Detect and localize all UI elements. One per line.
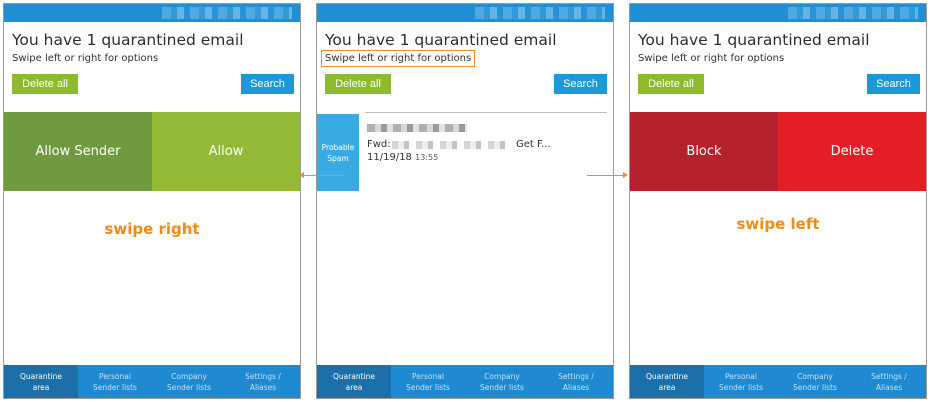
right-arrow-line	[587, 175, 624, 176]
email-timestamp: 11/19/18 13:55	[367, 152, 438, 163]
nav-item-settings-aliases[interactable]: Settings / Aliases	[852, 365, 926, 398]
nav-item-company-sender-lists[interactable]: Company Sender lists	[465, 365, 539, 398]
status-bar	[317, 4, 613, 22]
phone-screen-swipe-right: You have 1 quarantined email Swipe left …	[3, 3, 301, 399]
nav-label-line1: Settings /	[558, 371, 594, 381]
right-arrowhead-icon	[623, 172, 628, 178]
nav-label-line2: Aliases	[562, 382, 590, 392]
delete-all-button[interactable]: Delete all	[325, 74, 391, 94]
nav-label-line1: Personal	[725, 371, 757, 381]
nav-label-line1: Personal	[99, 371, 131, 381]
nav-item-personal-sender-lists[interactable]: Personal Sender lists	[704, 365, 778, 398]
nav-item-settings-aliases[interactable]: Settings / Aliases	[226, 365, 300, 398]
left-arrowhead-icon	[299, 172, 304, 178]
nav-label-line2: area	[658, 382, 676, 392]
nav-item-company-sender-lists[interactable]: Company Sender lists	[152, 365, 226, 398]
nav-item-quarantine-area[interactable]: Quarantine area	[630, 365, 704, 398]
swipe-actions-row: Block Delete	[630, 112, 926, 191]
nav-item-quarantine-area[interactable]: Quarantine area	[317, 365, 391, 398]
nav-item-personal-sender-lists[interactable]: Personal Sender lists	[78, 365, 152, 398]
nav-label-line2: Sender lists	[93, 382, 137, 392]
nav-label-line2: area	[32, 382, 50, 392]
page-subtitle: Swipe left or right for options	[638, 53, 785, 64]
delete-button[interactable]: Delete	[778, 112, 926, 191]
page-title: You have 1 quarantined email	[325, 31, 557, 49]
delete-all-button[interactable]: Delete all	[12, 74, 78, 94]
allow-button[interactable]: Allow	[152, 112, 300, 191]
nav-label-line2: Sender lists	[406, 382, 450, 392]
nav-label-line1: Quarantine	[332, 371, 376, 381]
nav-label-line1: Personal	[412, 371, 444, 381]
page-subtitle-highlighted: Swipe left or right for options	[321, 50, 476, 67]
badge-line1: Probable	[321, 142, 355, 152]
nav-item-personal-sender-lists[interactable]: Personal Sender lists	[391, 365, 465, 398]
status-bar-blurred-content	[788, 7, 918, 19]
nav-label-line1: Settings /	[245, 371, 281, 381]
swipe-actions-row: Allow Sender Allow	[4, 112, 300, 191]
nav-label-line2: Aliases	[249, 382, 277, 392]
nav-label-line1: Quarantine	[645, 371, 689, 381]
nav-label-line2: Sender lists	[719, 382, 763, 392]
nav-label-line1: Company	[797, 371, 833, 381]
nav-item-quarantine-area[interactable]: Quarantine area	[4, 365, 78, 398]
nav-label-line2: Sender lists	[480, 382, 524, 392]
page-title: You have 1 quarantined email	[638, 31, 870, 49]
page-subtitle: Swipe left or right for options	[12, 53, 159, 64]
email-list-item[interactable]: Probable Spam Fwd: Get F... 11/19/18 13:…	[317, 112, 613, 191]
nav-item-settings-aliases[interactable]: Settings / Aliases	[539, 365, 613, 398]
nav-label-line2: Sender lists	[167, 382, 211, 392]
swipe-left-caption: swipe left	[736, 215, 820, 233]
bottom-nav: Quarantine area Personal Sender lists Comp…	[4, 365, 300, 398]
block-button[interactable]: Block	[630, 112, 778, 191]
nav-label-line1: Settings /	[871, 371, 907, 381]
swipe-right-caption: swipe right	[104, 220, 200, 238]
email-date: 11/19/18	[367, 152, 412, 163]
search-button[interactable]: Search	[241, 74, 294, 94]
nav-label-line1: Quarantine	[19, 371, 63, 381]
phone-screen-swipe-left: You have 1 quarantined email Swipe left …	[629, 3, 927, 399]
left-arrow-line	[303, 175, 345, 176]
nav-label-line2: Aliases	[875, 382, 903, 392]
nav-label-line1: Company	[484, 371, 520, 381]
subject-blurred	[392, 141, 512, 149]
email-subject-prefix: Fwd:	[367, 139, 391, 150]
bottom-nav: Quarantine area Personal Sender lists Comp…	[317, 365, 613, 398]
nav-label-line1: Company	[171, 371, 207, 381]
status-bar	[630, 4, 926, 22]
probable-spam-badge: Probable Spam	[317, 114, 359, 191]
sender-blurred	[367, 124, 467, 132]
email-subject-suffix: Get F...	[516, 139, 551, 150]
nav-label-line2: area	[345, 382, 363, 392]
status-bar-blurred-content	[475, 7, 605, 19]
search-button[interactable]: Search	[867, 74, 920, 94]
delete-all-button[interactable]: Delete all	[638, 74, 704, 94]
nav-item-company-sender-lists[interactable]: Company Sender lists	[778, 365, 852, 398]
badge-line2: Spam	[327, 153, 349, 163]
email-time: 13:55	[415, 153, 439, 162]
phone-screen-email-list: You have 1 quarantined email Swipe left …	[316, 3, 614, 399]
search-button[interactable]: Search	[554, 74, 607, 94]
bottom-nav: Quarantine area Personal Sender lists Comp…	[630, 365, 926, 398]
page-title: You have 1 quarantined email	[12, 31, 244, 49]
status-bar	[4, 4, 300, 22]
allow-sender-button[interactable]: Allow Sender	[4, 112, 152, 191]
status-bar-blurred-content	[162, 7, 292, 19]
divider	[365, 112, 607, 113]
nav-label-line2: Sender lists	[793, 382, 837, 392]
